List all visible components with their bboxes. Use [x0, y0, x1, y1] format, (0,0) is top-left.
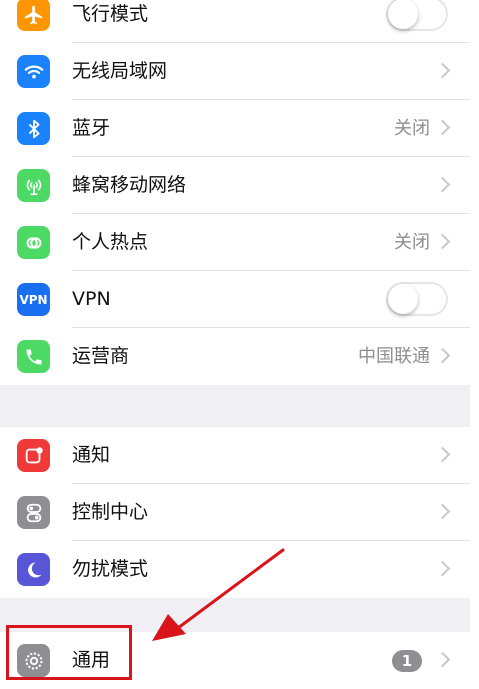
phone-icon [17, 340, 50, 373]
moon-icon [17, 553, 50, 586]
row-label: 个人热点 [72, 231, 149, 253]
row-personal-hotspot[interactable]: 个人热点 关闭 [0, 214, 470, 271]
chevron-right-icon [434, 62, 451, 79]
row-label: 控制中心 [72, 501, 149, 523]
chevron-right-icon [434, 446, 451, 463]
hotspot-icon [17, 226, 50, 259]
chevron-right-icon [434, 347, 451, 364]
wifi-icon [17, 55, 50, 88]
toggle-knob [388, 284, 418, 314]
edge-strip [470, 0, 479, 680]
row-label: 无线局域网 [72, 60, 168, 82]
bluetooth-icon [17, 112, 50, 145]
chevron-right-icon [434, 176, 451, 193]
section-gap [0, 385, 470, 427]
row-label: 蓝牙 [72, 117, 111, 139]
row-notifications[interactable]: 通知 [0, 427, 470, 484]
bluetooth-status: 关闭 [394, 118, 430, 139]
row-label: VPN [72, 288, 111, 310]
row-airplane-mode[interactable]: 飞行模式 [0, 0, 470, 43]
control-center-icon [17, 496, 50, 529]
row-label: 蜂窝移动网络 [72, 174, 187, 196]
row-control-center[interactable]: 控制中心 [0, 484, 470, 541]
row-label: 运营商 [72, 345, 130, 367]
chevron-right-icon [434, 503, 451, 520]
chevron-right-icon [434, 233, 451, 250]
row-cellular[interactable]: 蜂窝移动网络 [0, 157, 470, 214]
chevron-right-icon [434, 651, 451, 668]
hotspot-status: 关闭 [394, 232, 430, 253]
update-badge: 1 [392, 650, 422, 672]
highlight-box [6, 625, 132, 680]
row-carrier[interactable]: 运营商 中国联通 [0, 328, 470, 385]
row-label: 飞行模式 [72, 3, 149, 25]
row-bluetooth[interactable]: 蓝牙 关闭 [0, 100, 470, 157]
row-vpn[interactable]: VPN VPN [0, 271, 470, 328]
row-label: 勿扰模式 [72, 558, 149, 580]
notification-icon [17, 439, 50, 472]
row-label: 通知 [72, 444, 111, 466]
carrier-name: 中国联通 [358, 346, 430, 367]
chevron-right-icon [434, 560, 451, 577]
toggle-knob [388, 0, 418, 29]
chevron-right-icon [434, 119, 451, 136]
airplane-mode-toggle[interactable] [386, 0, 448, 31]
cellular-icon [17, 169, 50, 202]
vpn-icon: VPN [17, 283, 50, 316]
row-wifi[interactable]: 无线局域网 [0, 43, 470, 100]
vpn-toggle[interactable] [386, 282, 448, 316]
airplane-icon [17, 0, 50, 31]
row-do-not-disturb[interactable]: 勿扰模式 [0, 541, 470, 598]
